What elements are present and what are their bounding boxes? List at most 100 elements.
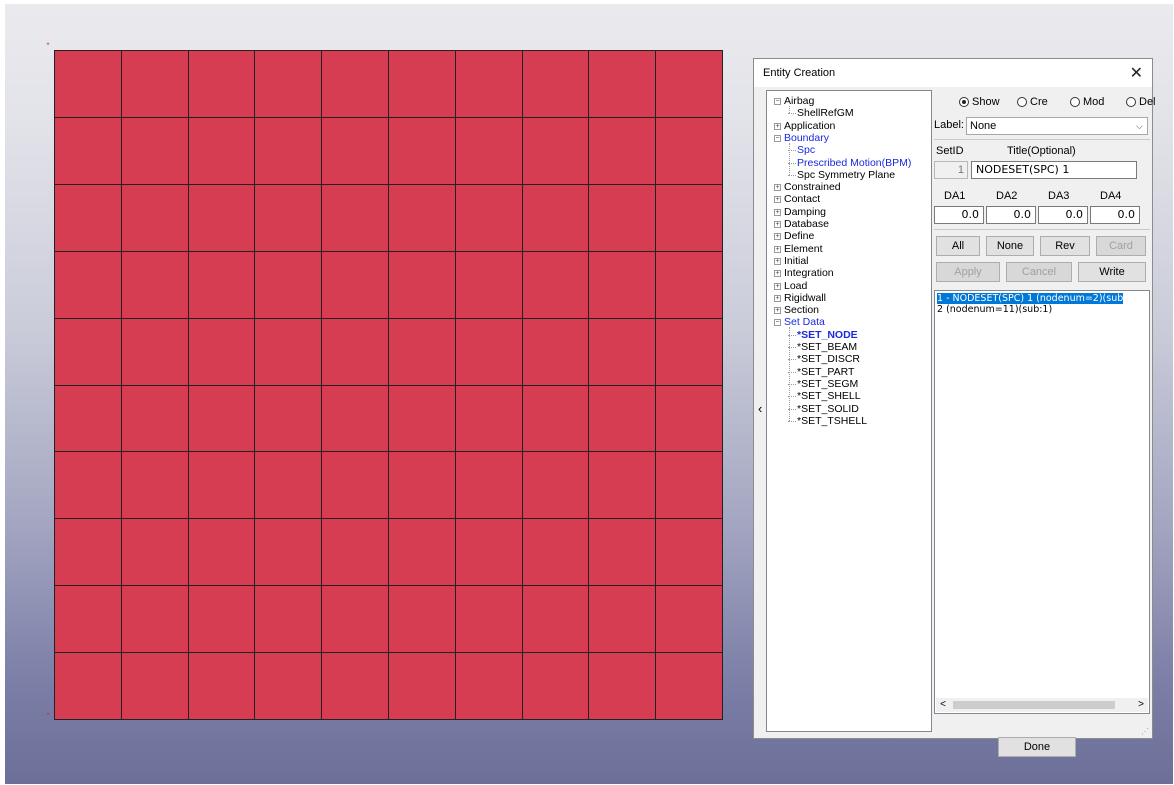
expand-icon[interactable]: + bbox=[774, 208, 781, 216]
tree-item[interactable]: + Section bbox=[774, 304, 819, 317]
mesh-element[interactable] bbox=[588, 317, 656, 385]
mesh-element[interactable] bbox=[120, 585, 188, 653]
mesh-element[interactable] bbox=[321, 585, 388, 653]
mesh-element[interactable] bbox=[54, 652, 121, 719]
list-item[interactable]: 1 - NODESET(SPC) 1 (nodenum=2)(sub bbox=[937, 293, 1124, 304]
mesh-element[interactable] bbox=[454, 652, 522, 719]
radio-circle-icon[interactable] bbox=[959, 97, 969, 107]
mesh-element[interactable] bbox=[120, 250, 188, 318]
mesh-element[interactable] bbox=[521, 317, 589, 385]
mesh-element[interactable] bbox=[254, 652, 322, 719]
tree-item[interactable]: *SET_SHELL bbox=[788, 390, 861, 403]
close-icon[interactable]: ✕ bbox=[1130, 63, 1143, 83]
radio-circle-icon[interactable] bbox=[1017, 97, 1027, 107]
mesh-element[interactable] bbox=[388, 585, 455, 653]
radio-mod[interactable]: Mod bbox=[1070, 96, 1104, 108]
expand-icon[interactable]: + bbox=[774, 282, 781, 290]
tree-item[interactable]: + Initial bbox=[774, 255, 809, 268]
expand-icon[interactable]: + bbox=[774, 307, 781, 315]
mesh-element[interactable] bbox=[588, 183, 656, 251]
mesh-element[interactable] bbox=[521, 50, 589, 117]
collapse-icon[interactable]: − bbox=[774, 319, 781, 327]
mesh-element[interactable] bbox=[54, 250, 121, 318]
mesh-element[interactable] bbox=[454, 317, 522, 385]
mesh-element[interactable] bbox=[254, 183, 322, 251]
mesh-element[interactable] bbox=[187, 585, 255, 653]
mesh-element[interactable] bbox=[187, 116, 255, 184]
list-item[interactable]: 2 (nodenum=11)(sub:1) bbox=[937, 304, 1052, 315]
title-input[interactable]: NODESET(SPC) 1 bbox=[971, 161, 1137, 179]
da-input[interactable]: 0.0 bbox=[1038, 206, 1088, 224]
mesh-element[interactable] bbox=[120, 652, 188, 719]
collapse-panel-icon[interactable]: ‹ bbox=[758, 401, 762, 416]
mesh-element[interactable] bbox=[454, 116, 522, 184]
keyword-tree[interactable]: − Airbag ShellRefGM + Application − Boundary Sp… bbox=[766, 90, 932, 732]
mesh-element[interactable] bbox=[655, 50, 722, 117]
tree-item[interactable]: *SET_BEAM bbox=[788, 341, 857, 354]
shell-mesh[interactable] bbox=[54, 50, 723, 720]
mesh-element[interactable] bbox=[655, 652, 722, 719]
mesh-element[interactable] bbox=[54, 451, 121, 519]
mesh-element[interactable] bbox=[454, 250, 522, 318]
scroll-left-icon[interactable]: < bbox=[936, 698, 950, 712]
resize-grip-icon[interactable]: ⋰ bbox=[1141, 727, 1149, 736]
tree-item[interactable]: *SET_SOLID bbox=[788, 403, 859, 416]
mesh-element[interactable] bbox=[54, 518, 121, 586]
mesh-element[interactable] bbox=[521, 451, 589, 519]
tree-item[interactable]: + Database bbox=[774, 218, 829, 231]
mesh-element[interactable] bbox=[588, 451, 656, 519]
mesh-element[interactable] bbox=[521, 183, 589, 251]
tree-item[interactable]: + Element bbox=[774, 243, 823, 256]
tree-item[interactable]: *SET_TSHELL bbox=[788, 415, 867, 428]
mesh-element[interactable] bbox=[655, 116, 722, 184]
write-button[interactable]: Write bbox=[1078, 262, 1146, 282]
tree-item[interactable]: − Set Data bbox=[774, 316, 825, 329]
mesh-element[interactable] bbox=[187, 384, 255, 452]
expand-icon[interactable]: + bbox=[774, 122, 781, 130]
mesh-element[interactable] bbox=[454, 518, 522, 586]
tree-item[interactable]: − Boundary bbox=[774, 132, 829, 145]
expand-icon[interactable]: + bbox=[774, 270, 781, 278]
expand-icon[interactable]: + bbox=[774, 257, 781, 265]
mesh-element[interactable] bbox=[254, 116, 322, 184]
tree-item[interactable]: − Airbag bbox=[774, 95, 814, 108]
da-input[interactable]: 0.0 bbox=[986, 206, 1036, 224]
mesh-element[interactable] bbox=[588, 585, 656, 653]
mesh-element[interactable] bbox=[454, 585, 522, 653]
mesh-element[interactable] bbox=[120, 518, 188, 586]
set-list[interactable]: < > 1 - NODESET(SPC) 1 (nodenum=2)(sub 2 … bbox=[934, 290, 1150, 714]
scroll-right-icon[interactable]: > bbox=[1134, 698, 1148, 712]
da-input[interactable]: 0.0 bbox=[1090, 206, 1140, 224]
expand-icon[interactable]: + bbox=[774, 221, 781, 228]
mesh-element[interactable] bbox=[187, 250, 255, 318]
mesh-element[interactable] bbox=[254, 50, 322, 117]
mesh-element[interactable] bbox=[588, 116, 656, 184]
expand-icon[interactable]: + bbox=[774, 233, 781, 241]
mesh-element[interactable] bbox=[655, 585, 722, 653]
tree-item[interactable]: ShellRefGM bbox=[788, 107, 854, 120]
tree-item[interactable]: *SET_PART bbox=[788, 366, 854, 379]
mesh-element[interactable] bbox=[54, 50, 121, 117]
mesh-element[interactable] bbox=[588, 518, 656, 586]
mesh-element[interactable] bbox=[521, 384, 589, 452]
mesh-element[interactable] bbox=[454, 384, 522, 452]
mesh-element[interactable] bbox=[254, 384, 322, 452]
mesh-element[interactable] bbox=[54, 384, 121, 452]
mesh-element[interactable] bbox=[187, 183, 255, 251]
mesh-element[interactable] bbox=[187, 451, 255, 519]
mesh-element[interactable] bbox=[254, 451, 322, 519]
tree-item[interactable]: + Application bbox=[774, 120, 835, 133]
mesh-element[interactable] bbox=[254, 250, 322, 318]
mesh-element[interactable] bbox=[321, 518, 388, 586]
mesh-element[interactable] bbox=[254, 317, 322, 385]
tree-item[interactable]: *SET_DISCR bbox=[788, 353, 860, 366]
mesh-element[interactable] bbox=[54, 317, 121, 385]
mesh-element[interactable] bbox=[120, 116, 188, 184]
mesh-element[interactable] bbox=[388, 451, 455, 519]
card-button[interactable]: Card bbox=[1096, 236, 1146, 256]
radio-cre[interactable]: Cre bbox=[1017, 96, 1048, 108]
mesh-element[interactable] bbox=[388, 50, 455, 117]
mesh-element[interactable] bbox=[321, 451, 388, 519]
mesh-element[interactable] bbox=[321, 317, 388, 385]
tree-item[interactable]: + Load bbox=[774, 280, 807, 293]
